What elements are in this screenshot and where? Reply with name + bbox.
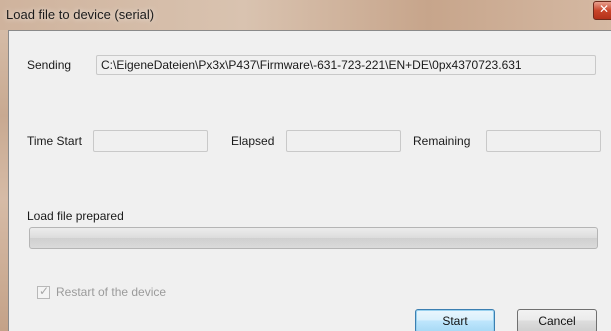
close-button[interactable]: ✕	[593, 1, 611, 20]
elapsed-label: Elapsed	[231, 134, 275, 148]
remaining-field	[486, 130, 601, 152]
remaining-label: Remaining	[413, 134, 471, 148]
dialog-client-area: Sending C:\EigeneDateien\Px3x\P437\Firmw…	[8, 30, 611, 331]
progress-bar	[29, 227, 598, 249]
sending-path-field: C:\EigeneDateien\Px3x\P437\Firmware\-631…	[96, 55, 596, 75]
check-mark-icon: ✓	[39, 284, 50, 298]
dialog-window: Load file to device (serial) ✕ Sending C…	[0, 0, 611, 331]
status-text: Load file prepared	[27, 209, 124, 223]
time-start-field	[93, 130, 208, 152]
window-title: Load file to device (serial)	[6, 7, 155, 22]
cancel-button[interactable]: Cancel	[517, 309, 597, 331]
title-bar[interactable]: Load file to device (serial) ✕	[0, 0, 611, 30]
time-start-label: Time Start	[27, 134, 82, 148]
start-button[interactable]: Start	[415, 309, 495, 331]
restart-checkbox[interactable]: ✓	[37, 284, 50, 299]
restart-checkbox-label: Restart of the device	[56, 285, 167, 299]
elapsed-field	[286, 130, 401, 152]
close-icon: ✕	[599, 2, 610, 16]
sending-label: Sending	[27, 58, 72, 72]
